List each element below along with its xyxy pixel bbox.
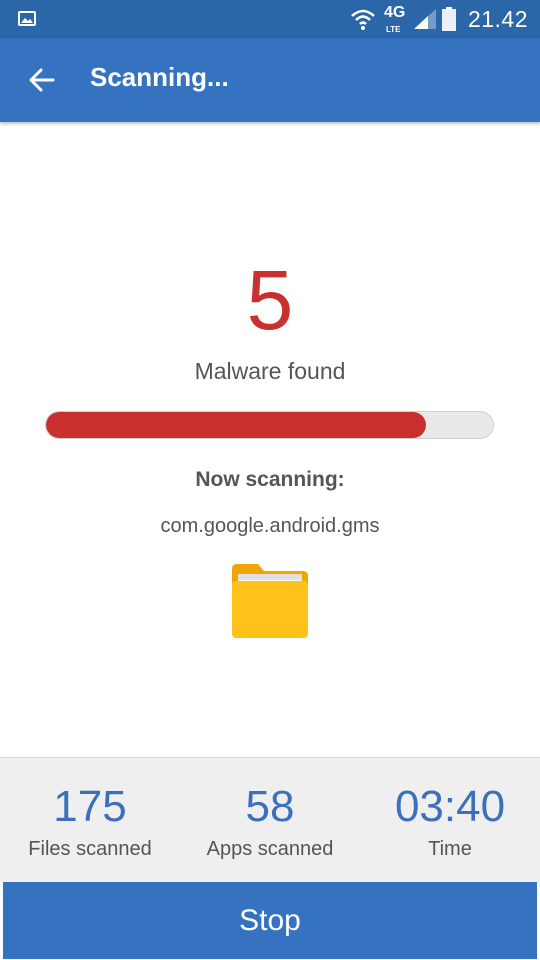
time-stat: 03:40 Time	[360, 758, 540, 861]
status-bar: 4G LTE 21.42	[0, 0, 540, 38]
malware-label: Malware found	[194, 358, 346, 384]
network-indicator: 4G LTE	[382, 4, 408, 35]
arrow-back-icon	[29, 68, 55, 92]
files-scanned-label: Files scanned	[28, 838, 152, 860]
now-scanning-label: Now scanning:	[195, 468, 345, 491]
time-label: Time	[428, 838, 472, 860]
app-bar: Scanning...	[0, 38, 540, 122]
clock: 21.42	[467, 5, 528, 32]
network-type: 4G	[383, 4, 406, 21]
folder-icon	[232, 564, 308, 638]
time-value: 03:40	[394, 782, 506, 831]
files-scanned-stat: 175 Files scanned	[0, 758, 180, 861]
back-button[interactable]	[26, 64, 58, 96]
apps-scanned-label: Apps scanned	[206, 838, 334, 860]
malware-count: 5	[246, 253, 294, 347]
scan-progress-bar	[45, 411, 494, 439]
wifi-icon	[351, 9, 375, 30]
network-subtype: LTE	[385, 25, 401, 34]
stop-button[interactable]: Stop	[3, 882, 537, 959]
current-package: com.google.android.gms	[160, 515, 380, 537]
apps-scanned-value: 58	[245, 782, 295, 831]
page-title: Scanning...	[90, 62, 229, 92]
battery-icon	[441, 7, 456, 31]
signal-icon	[413, 9, 436, 29]
gallery-notification-icon	[18, 11, 36, 26]
scan-progress-fill	[46, 412, 426, 438]
apps-scanned-stat: 58 Apps scanned	[180, 758, 360, 861]
scan-stats: 175 Files scanned 58 Apps scanned 03:40 …	[0, 757, 540, 883]
files-scanned-value: 175	[53, 782, 127, 831]
